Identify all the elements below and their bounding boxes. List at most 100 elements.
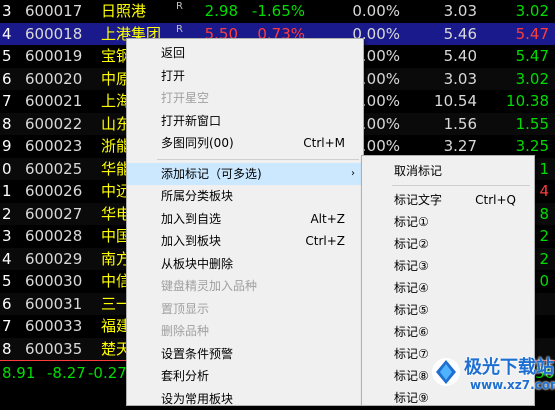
menu-item[interactable]: 加入到自选 Alt+Z bbox=[127, 208, 363, 230]
row-index: 3 bbox=[2, 2, 12, 20]
row-index: 4 bbox=[2, 249, 12, 268]
submenu-item-label: 标记文字 bbox=[394, 193, 443, 207]
menu-item-label: 从板块中删除 bbox=[161, 256, 234, 271]
prev-close: 3.03 bbox=[443, 69, 477, 88]
last-price: 3.02 bbox=[515, 2, 549, 20]
submenu-item[interactable]: 标记③ bbox=[362, 255, 534, 277]
submenu-item[interactable]: 取消标记 bbox=[362, 160, 534, 182]
stock-code: 600017 bbox=[25, 2, 83, 20]
submenu-item[interactable]: 标记⑤ bbox=[362, 299, 534, 321]
menu-item[interactable]: 所属分类板块 bbox=[127, 185, 363, 207]
summary-value-b: -8.27 bbox=[47, 364, 86, 382]
menu-item: 键盘精灵加入品种 bbox=[127, 275, 363, 297]
last-price: 5.47 bbox=[515, 47, 549, 65]
row-index: 1 bbox=[2, 182, 12, 200]
last-price: 2 bbox=[539, 249, 549, 268]
table-row[interactable]: 3 600017 日照港 R 2.98 -1.65% 0.00% 3.03 3.02 bbox=[0, 0, 555, 22]
menu-item: 删除品种 bbox=[127, 320, 363, 342]
row-index: 8 bbox=[2, 114, 12, 133]
prev-close: 3.27 bbox=[443, 137, 477, 155]
menu-item[interactable]: 返回 bbox=[127, 42, 363, 64]
menu-item[interactable]: 添加标记（可多选) › bbox=[127, 162, 363, 185]
submenu-item[interactable]: 标记② bbox=[362, 233, 534, 255]
menu-item-label: 多图同列(00) bbox=[161, 136, 234, 150]
watermark-title: 极光下载站 bbox=[464, 357, 554, 378]
stock-code: 600019 bbox=[25, 47, 83, 65]
prev-close: 1.56 bbox=[443, 114, 477, 133]
stock-name: 日照港 bbox=[101, 2, 147, 20]
menu-item-label: 设为常用板块 bbox=[161, 391, 234, 406]
stock-code: 600023 bbox=[25, 137, 83, 155]
menu-separator bbox=[392, 185, 530, 186]
menu-item-label: 加入到自选 bbox=[161, 211, 222, 226]
menu-item-shortcut: Alt+Z bbox=[310, 211, 345, 226]
price-change: 2.98 bbox=[204, 2, 238, 20]
row-index: 4 bbox=[2, 24, 12, 43]
stock-code: 600020 bbox=[25, 69, 83, 88]
row-index: 0 bbox=[2, 159, 12, 178]
rights-flag: R bbox=[176, 23, 183, 35]
submenu-item-label: 标记⑧ bbox=[394, 369, 429, 383]
submenu-item[interactable]: 标记⑥ bbox=[362, 321, 534, 343]
menu-item[interactable]: 加入到板块 Ctrl+Z bbox=[127, 230, 363, 252]
menu-item-label: 打开 bbox=[161, 68, 186, 83]
menu-item-label: 键盘精灵加入品种 bbox=[161, 279, 258, 293]
submenu-item-label: 标记⑥ bbox=[394, 325, 429, 339]
menu-item-label: 打开星空 bbox=[161, 91, 210, 105]
stock-code: 600022 bbox=[25, 114, 83, 133]
submenu-item-label: 标记⑨ bbox=[394, 391, 429, 405]
last-price: 3.25 bbox=[515, 137, 549, 155]
row-index: 3 bbox=[2, 227, 12, 245]
last-price: 10.38 bbox=[506, 92, 549, 110]
menu-separator bbox=[157, 158, 359, 160]
row-index: 9 bbox=[2, 137, 12, 155]
menu-item: 打开星空 bbox=[127, 87, 363, 109]
submenu-item-shortcut: Ctrl+Q bbox=[475, 193, 516, 207]
stock-code: 600021 bbox=[25, 92, 83, 110]
stock-code: 600025 bbox=[25, 159, 83, 178]
menu-item[interactable]: 套利分析 bbox=[127, 365, 363, 387]
submenu-item-label: 标记② bbox=[394, 237, 429, 251]
submenu-item-label: 标记⑦ bbox=[394, 347, 429, 361]
rights-flag: R bbox=[176, 1, 183, 12]
context-menu: 返回打开打开星空打开新窗口多图同列(00) Ctrl+M 添加标记（可多选) › 所属分… bbox=[126, 38, 364, 406]
submenu-item[interactable]: 标记① bbox=[362, 211, 534, 233]
submenu-item-label: 标记④ bbox=[394, 281, 429, 295]
stock-code: 600028 bbox=[25, 227, 83, 245]
row-index: 6 bbox=[2, 69, 12, 88]
prev-close: 5.46 bbox=[443, 24, 477, 43]
menu-item-label: 添加标记（可多选) bbox=[161, 166, 262, 181]
submenu-item-label: 取消标记 bbox=[394, 164, 443, 178]
prev-close: 5.40 bbox=[443, 47, 477, 65]
menu-item-label: 置顶显示 bbox=[161, 301, 210, 316]
menu-item-label: 返回 bbox=[161, 46, 186, 60]
last-price: 4 bbox=[539, 182, 549, 200]
stock-code: 600030 bbox=[25, 272, 83, 290]
row-index: 5 bbox=[2, 47, 12, 65]
menu-item[interactable]: 从板块中删除 bbox=[127, 253, 363, 275]
submenu-item[interactable]: 标记④ bbox=[362, 277, 534, 299]
stock-code: 600027 bbox=[25, 204, 83, 223]
prev-close: 3.03 bbox=[443, 2, 477, 20]
watermark-url: www.xz7.com bbox=[470, 378, 555, 392]
menu-item-label: 打开新窗口 bbox=[161, 113, 222, 128]
percent-change: -1.65% bbox=[251, 2, 305, 20]
last-price: 2 bbox=[539, 227, 549, 245]
last-price: 1 bbox=[539, 159, 549, 178]
menu-item[interactable]: 打开新窗口 bbox=[127, 110, 363, 132]
stock-code: 600031 bbox=[25, 294, 83, 313]
row-index: 7 bbox=[2, 317, 12, 335]
menu-item[interactable]: 设为常用板块 bbox=[127, 388, 363, 410]
submenu-arrow-icon: › bbox=[351, 167, 355, 179]
stock-code: 600026 bbox=[25, 182, 83, 200]
menu-item[interactable]: 多图同列(00) Ctrl+M bbox=[127, 132, 363, 154]
submenu-item[interactable]: 标记文字 Ctrl+Q bbox=[362, 189, 534, 211]
submenu-item-label: 标记③ bbox=[394, 259, 429, 273]
menu-item[interactable]: 设置条件预警 bbox=[127, 343, 363, 365]
row-index: 6 bbox=[2, 294, 12, 313]
submenu-item-label: 标记⑤ bbox=[394, 303, 429, 317]
row-index: 2 bbox=[2, 204, 12, 223]
menu-item-shortcut: Ctrl+M bbox=[303, 136, 345, 150]
menu-item-shortcut: Ctrl+Z bbox=[305, 234, 345, 248]
menu-item[interactable]: 打开 bbox=[127, 65, 363, 87]
